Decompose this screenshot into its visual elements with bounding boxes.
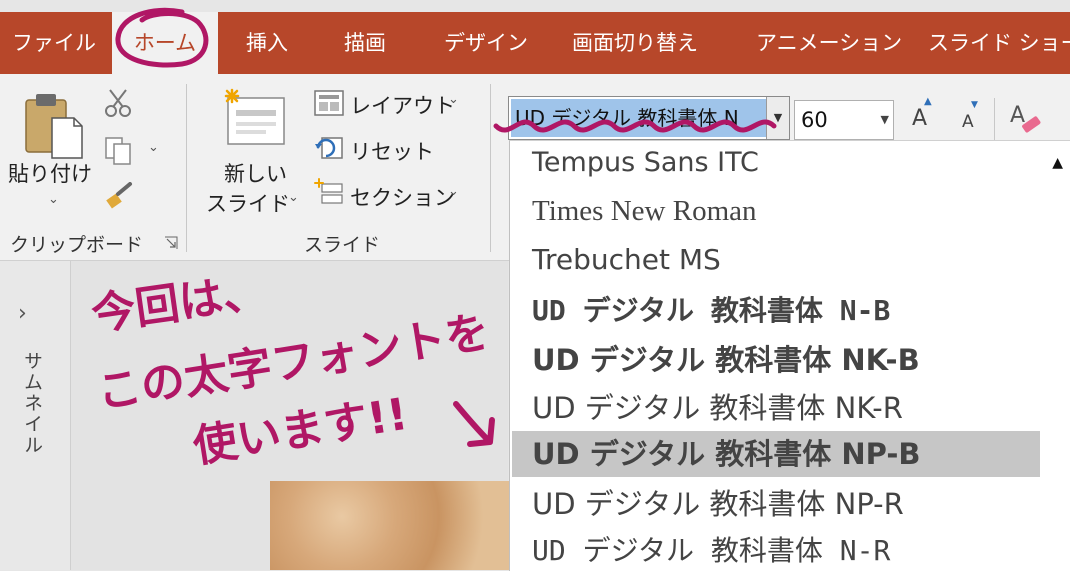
font-separator — [994, 98, 995, 140]
font-item-times-new-roman[interactable]: Times New Roman — [532, 195, 757, 228]
new-slide-dropdown-icon[interactable]: ⌄ — [288, 190, 299, 205]
section-button-label[interactable]: セクション — [350, 182, 455, 212]
slide-image — [270, 481, 510, 570]
font-item-trebuchet-ms[interactable]: Trebuchet MS — [532, 243, 721, 276]
font-name-dropdown-arrow[interactable]: ▼ — [766, 97, 789, 139]
font-item-ud-np-r[interactable]: UD デジタル 教科書体 NP-R — [532, 481, 904, 523]
scissors-icon[interactable] — [104, 88, 132, 118]
slides-group-label: スライド — [304, 234, 381, 256]
group-separator — [490, 84, 491, 252]
dialog-launcher-icon[interactable] — [164, 236, 178, 250]
new-slide-icon[interactable] — [222, 88, 286, 150]
font-size-combobox[interactable]: 60 ▼ — [794, 100, 894, 140]
group-separator — [186, 84, 187, 252]
new-slide-label-line1[interactable]: 新しい — [224, 158, 287, 188]
reset-button-label[interactable]: リセット — [350, 136, 434, 166]
thumbnail-pane-label: サムネイル — [21, 351, 43, 456]
tab-transitions[interactable]: 画面切り替え — [572, 12, 698, 74]
section-icon[interactable] — [314, 178, 344, 206]
paste-button-label[interactable]: 貼り付け — [8, 158, 92, 188]
font-item-ud-np-b[interactable]: UD デジタル 教科書体 NP-B — [512, 431, 1040, 477]
paste-dropdown-icon[interactable]: ⌄ — [48, 192, 59, 207]
section-dropdown-icon[interactable]: ⌄ — [448, 184, 459, 199]
tab-insert[interactable]: 挿入 — [246, 12, 288, 74]
layout-icon[interactable] — [314, 90, 344, 116]
copy-dropdown-icon[interactable]: ⌄ — [148, 140, 159, 155]
font-item-tempus-sans-itc[interactable]: Tempus Sans ITC — [532, 147, 759, 178]
paste-icon[interactable] — [24, 92, 86, 160]
tab-animations[interactable]: アニメーション — [756, 12, 902, 74]
font-dropdown-list[interactable]: ▲ Tempus Sans ITC Times New Roman Trebuc… — [509, 140, 1070, 571]
chevron-right-icon[interactable]: › — [18, 301, 27, 326]
shrink-font-button[interactable]: A ▼ — [962, 100, 978, 132]
font-item-ud-nk-r[interactable]: UD デジタル 教科書体 NK-R — [532, 385, 903, 427]
font-item-ud-n-r[interactable]: UD デジタル 教科書体 N-R — [532, 529, 890, 569]
layout-button-label[interactable]: レイアウト — [350, 90, 455, 120]
grow-font-button[interactable]: A ▲ — [912, 96, 932, 131]
tab-draw[interactable]: 描画 — [344, 12, 386, 74]
tab-file[interactable]: ファイル — [12, 12, 96, 74]
tab-home[interactable]: ホーム — [112, 12, 218, 74]
font-size-value[interactable]: 60 — [801, 101, 828, 139]
grow-font-label: A — [912, 106, 928, 131]
font-item-ud-nk-b[interactable]: UD デジタル 教科書体 NK-B — [532, 337, 920, 379]
eraser-icon[interactable]: A — [1008, 100, 1042, 136]
shrink-arrow-icon: ▼ — [971, 100, 978, 110]
tab-design[interactable]: デザイン — [444, 12, 528, 74]
shrink-font-label: A — [962, 112, 974, 132]
font-size-dropdown-arrow[interactable]: ▼ — [881, 101, 889, 139]
font-name-value[interactable]: UD デジタル 教科書体 N — [511, 99, 767, 137]
font-item-ud-n-b[interactable]: UD デジタル 教科書体 N-B — [532, 289, 890, 329]
brush-icon[interactable] — [104, 182, 134, 210]
font-name-combobox[interactable]: UD デジタル 教科書体 N ▼ — [508, 96, 790, 140]
grow-arrow-icon: ▲ — [924, 96, 932, 107]
layout-dropdown-icon[interactable]: ⌄ — [448, 92, 459, 107]
clipboard-group-label: クリップボード — [10, 234, 144, 256]
thumbnail-pane: › サムネイル — [0, 261, 71, 570]
scroll-up-icon[interactable]: ▲ — [1052, 155, 1063, 171]
copy-icon[interactable] — [104, 136, 134, 166]
new-slide-label-line2[interactable]: スライド — [206, 188, 290, 218]
tab-slideshow[interactable]: スライド ショー — [928, 12, 1070, 74]
svg-text:A: A — [1010, 103, 1025, 128]
ribbon-tab-bar: ファイル ホーム 挿入 描画 デザイン 画面切り替え アニメーション スライド … — [0, 12, 1070, 74]
reset-icon[interactable] — [314, 134, 344, 160]
